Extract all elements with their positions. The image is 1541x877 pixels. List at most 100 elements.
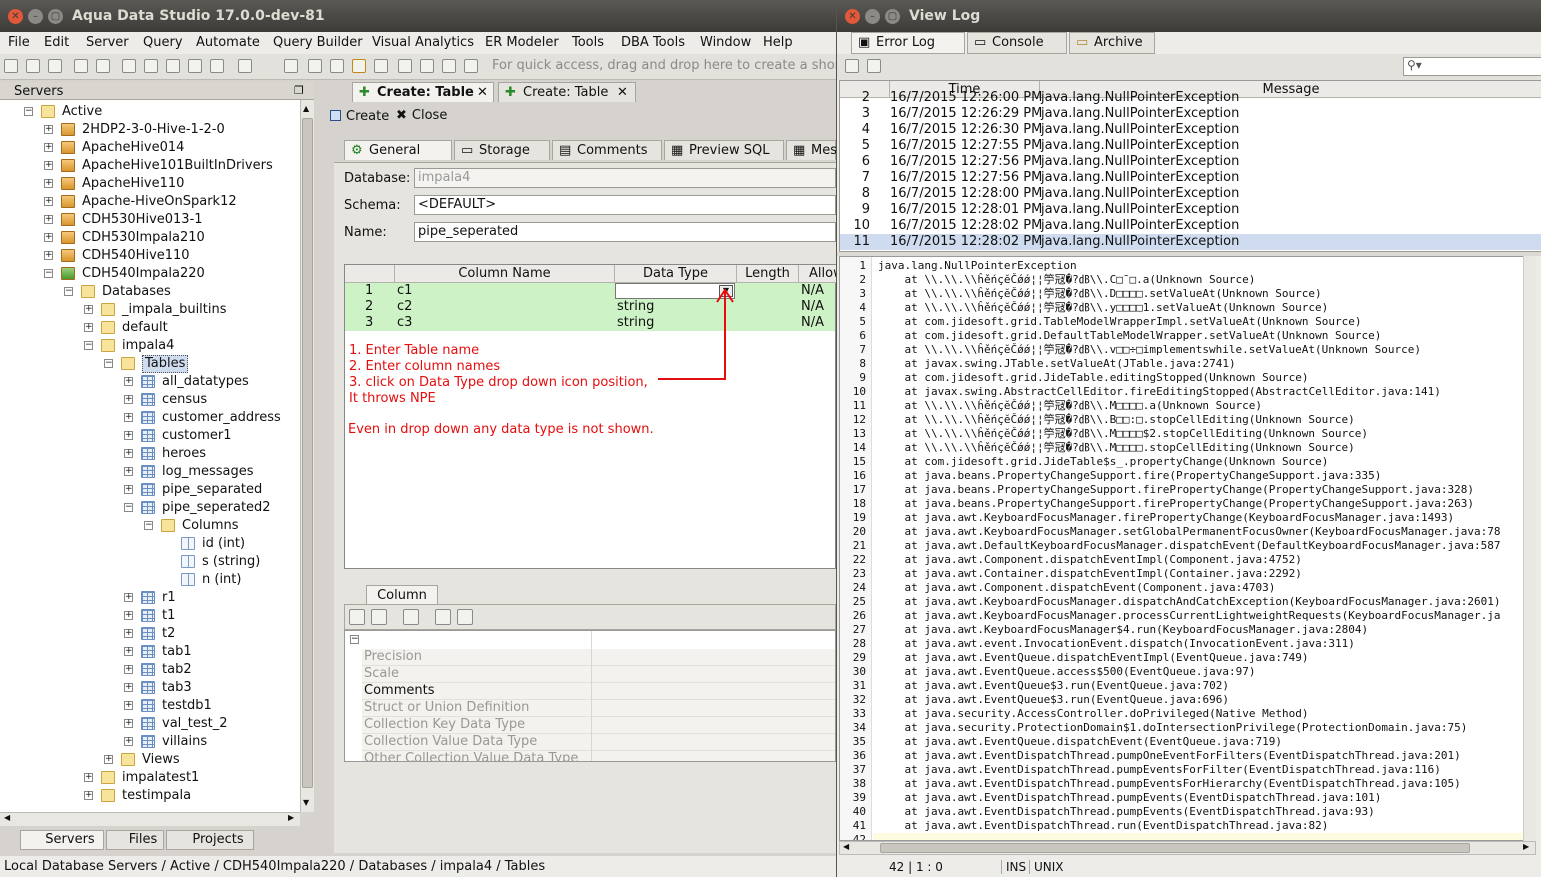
tree-item[interactable]: + testimpala xyxy=(0,787,300,805)
tab-servers[interactable]: Servers xyxy=(20,830,104,850)
tree-item[interactable]: + t1 xyxy=(0,607,300,625)
compare-icon[interactable] xyxy=(122,59,136,73)
expand-toggle-icon[interactable]: + xyxy=(44,215,53,224)
log-row[interactable]: 3 16/7/2015 12:26:29 PM java.lang.NullPoin… xyxy=(840,106,1541,122)
tree-item[interactable]: + ApacheHive110 xyxy=(0,175,300,193)
property-row[interactable]: Other Collection Value Data Type xyxy=(362,751,835,761)
layout-icon[interactable] xyxy=(284,59,298,73)
menu-window[interactable]: Window xyxy=(700,35,751,50)
menu-visual-analytics[interactable]: Visual Analytics xyxy=(372,35,474,50)
chart-icon[interactable] xyxy=(464,59,478,73)
subtab-preview-sql[interactable]: ▦ Preview SQL xyxy=(664,140,784,160)
expand-toggle-icon[interactable]: + xyxy=(124,665,133,674)
refresh-icon[interactable] xyxy=(48,59,62,73)
subtab-comments[interactable]: ▤ Comments xyxy=(552,140,662,160)
categorized-icon[interactable] xyxy=(349,609,365,625)
tree-item[interactable]: + testdb1 xyxy=(0,697,300,715)
expand-toggle-icon[interactable]: + xyxy=(124,611,133,620)
tree-item[interactable]: + CDH530Impala210 xyxy=(0,229,300,247)
tree-item[interactable]: + pipe_separated xyxy=(0,481,300,499)
data-type-cell[interactable]: string xyxy=(617,315,654,331)
expand-toggle-icon[interactable]: + xyxy=(124,647,133,656)
property-row[interactable]: Precision xyxy=(362,649,835,666)
edit-connection-icon[interactable] xyxy=(26,59,40,73)
tree-item[interactable]: + t2 xyxy=(0,625,300,643)
scroll-right-icon[interactable]: ▶ xyxy=(288,813,294,822)
tree-item[interactable]: +2HDP2-3-0-Hive-1-2-0 xyxy=(0,121,300,139)
tree-item[interactable]: − Active xyxy=(0,103,300,121)
expand-toggle-icon[interactable]: + xyxy=(124,485,133,494)
expand-toggle-icon[interactable]: + xyxy=(124,467,133,476)
tree-scroll-thumb[interactable] xyxy=(302,118,313,788)
tree-item[interactable]: − Columns xyxy=(0,517,300,535)
tree-item[interactable]: n (int) xyxy=(0,571,300,589)
tree-item[interactable]: + log_messages xyxy=(0,463,300,481)
allow-cell[interactable]: N/A xyxy=(801,315,824,331)
maximize-window-button[interactable]: ▢ xyxy=(885,9,900,24)
collapse-toggle-icon[interactable]: − xyxy=(104,359,113,368)
log-row[interactable]: 10 16/7/2015 12:28:02 PM java.lang.NullPoi… xyxy=(840,218,1541,234)
query-icon[interactable] xyxy=(74,59,88,73)
tree-item[interactable]: + ApacheHive101BuiltInDrivers xyxy=(0,157,300,175)
expand-toggle-icon[interactable]: + xyxy=(124,449,133,458)
grid-row[interactable]: 2 c2 string N/A xyxy=(345,299,835,315)
menu-query-builder[interactable]: Query Builder xyxy=(273,35,363,50)
tree-item[interactable]: − Tables xyxy=(0,355,300,373)
grid-view-icon[interactable] xyxy=(308,59,322,73)
expand-toggle-icon[interactable]: + xyxy=(124,719,133,728)
schema-icon[interactable] xyxy=(144,59,158,73)
subtab-storage[interactable]: ▭ Storage xyxy=(454,140,550,160)
tab-error-log[interactable]: ▣ Error Log xyxy=(851,32,965,54)
tree-item[interactable]: − CDH540Impala220 xyxy=(0,265,300,283)
tree-item[interactable]: − Databases xyxy=(0,283,300,301)
expand-toggle-icon[interactable]: + xyxy=(124,737,133,746)
tree-item[interactable]: + CDH530Hive013-1 xyxy=(0,211,300,229)
description-icon[interactable] xyxy=(403,609,419,625)
tree-item[interactable]: + census xyxy=(0,391,300,409)
tree-item[interactable]: + villains xyxy=(0,733,300,751)
menu-tools[interactable]: Tools xyxy=(572,35,604,50)
expand-toggle-icon[interactable]: + xyxy=(124,701,133,710)
expand-toggle-icon[interactable]: + xyxy=(124,377,133,386)
log-row[interactable]: 6 16/7/2015 12:27:56 PM java.lang.NullPoin… xyxy=(840,154,1541,170)
log-row[interactable]: 5 16/7/2015 12:27:55 PM java.lang.NullPoin… xyxy=(840,138,1541,154)
tree-item[interactable]: + tab2 xyxy=(0,661,300,679)
property-row[interactable]: Collection Value Data Type xyxy=(362,734,835,751)
tree-item[interactable]: s (string) xyxy=(0,553,300,571)
menu-automate[interactable]: Automate xyxy=(196,35,260,50)
menu-dba-tools[interactable]: DBA Tools xyxy=(621,35,685,50)
close-action[interactable]: ✖ Close xyxy=(396,108,447,123)
expand-toggle-icon[interactable]: + xyxy=(84,773,93,782)
split-view-icon[interactable] xyxy=(330,59,344,73)
tree-item[interactable]: + ApacheHive014 xyxy=(0,139,300,157)
log-row[interactable]: 8 16/7/2015 12:28:00 PM java.lang.NullPoin… xyxy=(840,186,1541,202)
columns-view-icon[interactable] xyxy=(374,59,388,73)
close-window-button[interactable]: ✕ xyxy=(845,9,860,24)
menu-file[interactable]: File xyxy=(8,35,30,50)
tree-item[interactable]: + Views xyxy=(0,751,300,769)
tab-projects[interactable]: Projects xyxy=(166,830,254,850)
allow-cell[interactable]: N/A xyxy=(801,283,824,299)
expand-toggle-icon[interactable]: + xyxy=(44,179,53,188)
subtab-general[interactable]: ⚙ General xyxy=(344,140,452,160)
copy-log-icon[interactable] xyxy=(867,59,881,73)
tree-item[interactable]: + tab1 xyxy=(0,643,300,661)
log-row[interactable]: 9 16/7/2015 12:28:01 PM java.lang.NullPoin… xyxy=(840,202,1541,218)
menu-edit[interactable]: Edit xyxy=(44,35,69,50)
tree-item[interactable]: − pipe_seperated2 xyxy=(0,499,300,517)
tab-create-table-active[interactable]: ✚ Create: Table ✕ xyxy=(352,82,494,102)
collapse-toggle-icon[interactable]: − xyxy=(24,107,33,116)
expand-toggle-icon[interactable]: + xyxy=(44,125,53,134)
column-name-cell[interactable]: c1 xyxy=(397,283,412,299)
expand-toggle-icon[interactable]: + xyxy=(124,431,133,440)
expand-toggle-icon[interactable]: + xyxy=(84,791,93,800)
menu-server[interactable]: Server xyxy=(86,35,129,50)
expand-icon[interactable] xyxy=(435,609,451,625)
menu-help[interactable]: Help xyxy=(763,35,793,50)
tab-column[interactable]: Column xyxy=(366,585,438,605)
row-number[interactable]: 3 xyxy=(365,315,373,331)
collapse-toggle-icon[interactable]: − xyxy=(144,521,153,530)
collapse-group-icon[interactable]: − xyxy=(350,635,359,644)
log-row[interactable]: 2 16/7/2015 12:26:00 PM java.lang.NullPoin… xyxy=(840,90,1541,106)
expand-toggle-icon[interactable]: + xyxy=(124,395,133,404)
